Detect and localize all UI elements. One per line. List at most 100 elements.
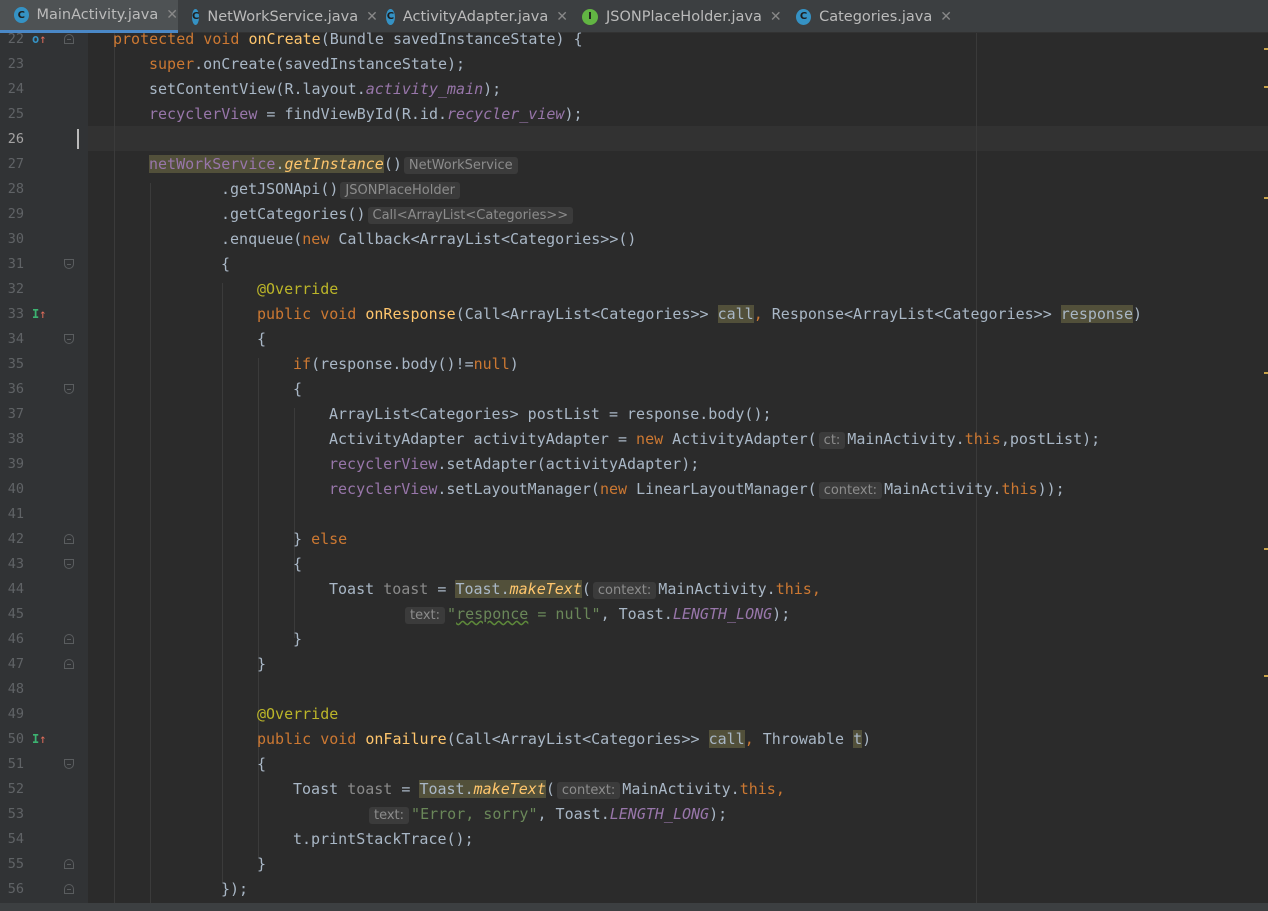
code-line-34: {	[257, 330, 267, 348]
warning-marker[interactable]	[1264, 548, 1268, 550]
line-number: 49	[7, 706, 24, 722]
line-number: 46	[7, 631, 24, 647]
fold-icon[interactable]	[64, 334, 74, 344]
tab-categories[interactable]: C Categories.java ✕	[782, 0, 952, 33]
code-line-51: {	[257, 755, 267, 773]
tab-label: JSONPlaceHolder.java	[606, 8, 762, 25]
fold-icon[interactable]	[64, 859, 74, 869]
tab-label: NetWorkService.java	[207, 8, 359, 25]
code-line-30: .enqueue(new Callback<ArrayList<Categori…	[221, 230, 637, 248]
code-line-22: protected void onCreate(Bundle savedInst…	[113, 30, 583, 48]
line-number: 25	[7, 106, 24, 122]
line-number: 40	[7, 481, 24, 497]
code-line-38: ActivityAdapter activityAdapter = new Ac…	[329, 430, 1101, 449]
close-icon[interactable]: ✕	[940, 9, 952, 25]
line-number: 31	[7, 256, 24, 272]
implement-method-icon[interactable]: I↑	[32, 302, 46, 327]
indent-guide	[258, 358, 259, 858]
close-icon[interactable]: ✕	[770, 9, 782, 25]
line-number: 38	[7, 431, 24, 447]
code-line-49: @Override	[257, 705, 339, 723]
right-margin-guide	[976, 33, 977, 911]
fold-icon[interactable]	[64, 634, 74, 644]
line-number: 24	[7, 81, 24, 97]
class-icon: C	[192, 8, 200, 25]
code-line-40: recyclerView.setLayoutManager(new Linear…	[329, 480, 1065, 499]
code-line-29: .getCategories() Call<ArrayList<Categorie…	[221, 202, 575, 227]
fold-icon[interactable]	[64, 559, 74, 569]
line-number: 47	[7, 656, 24, 672]
line-number: 36	[7, 381, 24, 397]
tab-jsonplaceholder[interactable]: I JSONPlaceHolder.java ✕	[568, 0, 782, 33]
override-method-icon[interactable]: o↑	[32, 27, 46, 52]
code-editor[interactable]: protected void onCreate(Bundle savedInst…	[77, 30, 1268, 911]
line-number: 30	[7, 231, 24, 247]
implement-method-icon[interactable]: I↑	[32, 727, 46, 752]
code-line-44: Toast toast = Toast.makeText(context: Mai…	[329, 580, 821, 599]
line-number: 34	[7, 331, 24, 347]
line-number: 39	[7, 456, 24, 472]
close-icon[interactable]: ✕	[556, 9, 568, 25]
line-number: 28	[7, 181, 24, 197]
class-icon: C	[386, 8, 395, 25]
code-line-54: t.printStackTrace();	[293, 830, 474, 848]
code-line-31: {	[221, 255, 231, 273]
warning-marker[interactable]	[1264, 197, 1268, 199]
interface-icon: I	[582, 8, 598, 25]
code-line-33: public void onResponse(Call<ArrayList<Ca…	[257, 305, 1143, 323]
tab-label: Categories.java	[819, 8, 933, 25]
line-number: 32	[7, 281, 24, 297]
indent-guide	[114, 33, 115, 903]
code-line-35: if(response.body()!=null)	[293, 355, 519, 373]
text-caret	[77, 129, 79, 149]
line-number: 37	[7, 406, 24, 422]
indent-guide	[294, 408, 295, 638]
class-icon: C	[14, 7, 29, 23]
line-number-gutter[interactable]: 22 23 24 25 26 27 28 29 30 31 32 33 34 3…	[0, 31, 88, 911]
line-number: 55	[7, 856, 24, 872]
fold-icon[interactable]	[64, 34, 74, 44]
line-number: 52	[7, 781, 24, 797]
horizontal-scrollbar[interactable]	[0, 903, 1268, 911]
fold-icon[interactable]	[64, 534, 74, 544]
inlay-hint: Call<ArrayList<Categories>>	[367, 207, 574, 224]
inlay-hint: context:	[556, 782, 621, 799]
fold-icon[interactable]	[64, 384, 74, 394]
inlay-hint: text:	[369, 807, 410, 824]
code-line-47: }	[257, 655, 267, 673]
code-line-32: @Override	[257, 280, 339, 298]
line-number: 23	[7, 56, 24, 72]
line-number: 42	[7, 531, 24, 547]
code-line-23: super.onCreate(savedInstanceState);	[149, 55, 466, 73]
inlay-hint: context:	[818, 482, 883, 499]
code-line-55: }	[257, 855, 267, 873]
line-number: 56	[7, 881, 24, 897]
code-line-37: ArrayList<Categories> postList = respons…	[329, 405, 772, 423]
indent-guide	[222, 283, 223, 883]
code-line-52: Toast toast = Toast.makeText(context: Mai…	[293, 780, 785, 799]
line-number: 41	[7, 506, 24, 522]
code-line-42: } else	[293, 530, 348, 548]
fold-icon[interactable]	[64, 659, 74, 669]
inlay-hint: ct:	[818, 432, 846, 449]
fold-icon[interactable]	[64, 759, 74, 769]
code-line-46: }	[293, 630, 303, 648]
tab-label: ActivityAdapter.java	[402, 8, 549, 25]
line-number: 51	[7, 756, 24, 772]
close-icon[interactable]: ✕	[166, 7, 178, 23]
warning-marker[interactable]	[1264, 86, 1268, 88]
code-line-36: {	[293, 380, 303, 398]
fold-icon[interactable]	[64, 259, 74, 269]
line-number: 43	[7, 556, 24, 572]
line-number: 35	[7, 356, 24, 372]
line-number: 54	[7, 831, 24, 847]
warning-marker[interactable]	[1264, 675, 1268, 677]
line-number: 44	[7, 581, 24, 597]
warning-marker[interactable]	[1264, 48, 1268, 50]
tab-label: MainActivity.java	[36, 7, 159, 23]
warning-marker[interactable]	[1264, 372, 1268, 374]
inlay-hint: text:	[405, 607, 446, 624]
code-line-50: public void onFailure(Call<ArrayList<Cat…	[257, 730, 872, 748]
line-number: 26	[7, 131, 24, 147]
fold-icon[interactable]	[64, 884, 74, 894]
